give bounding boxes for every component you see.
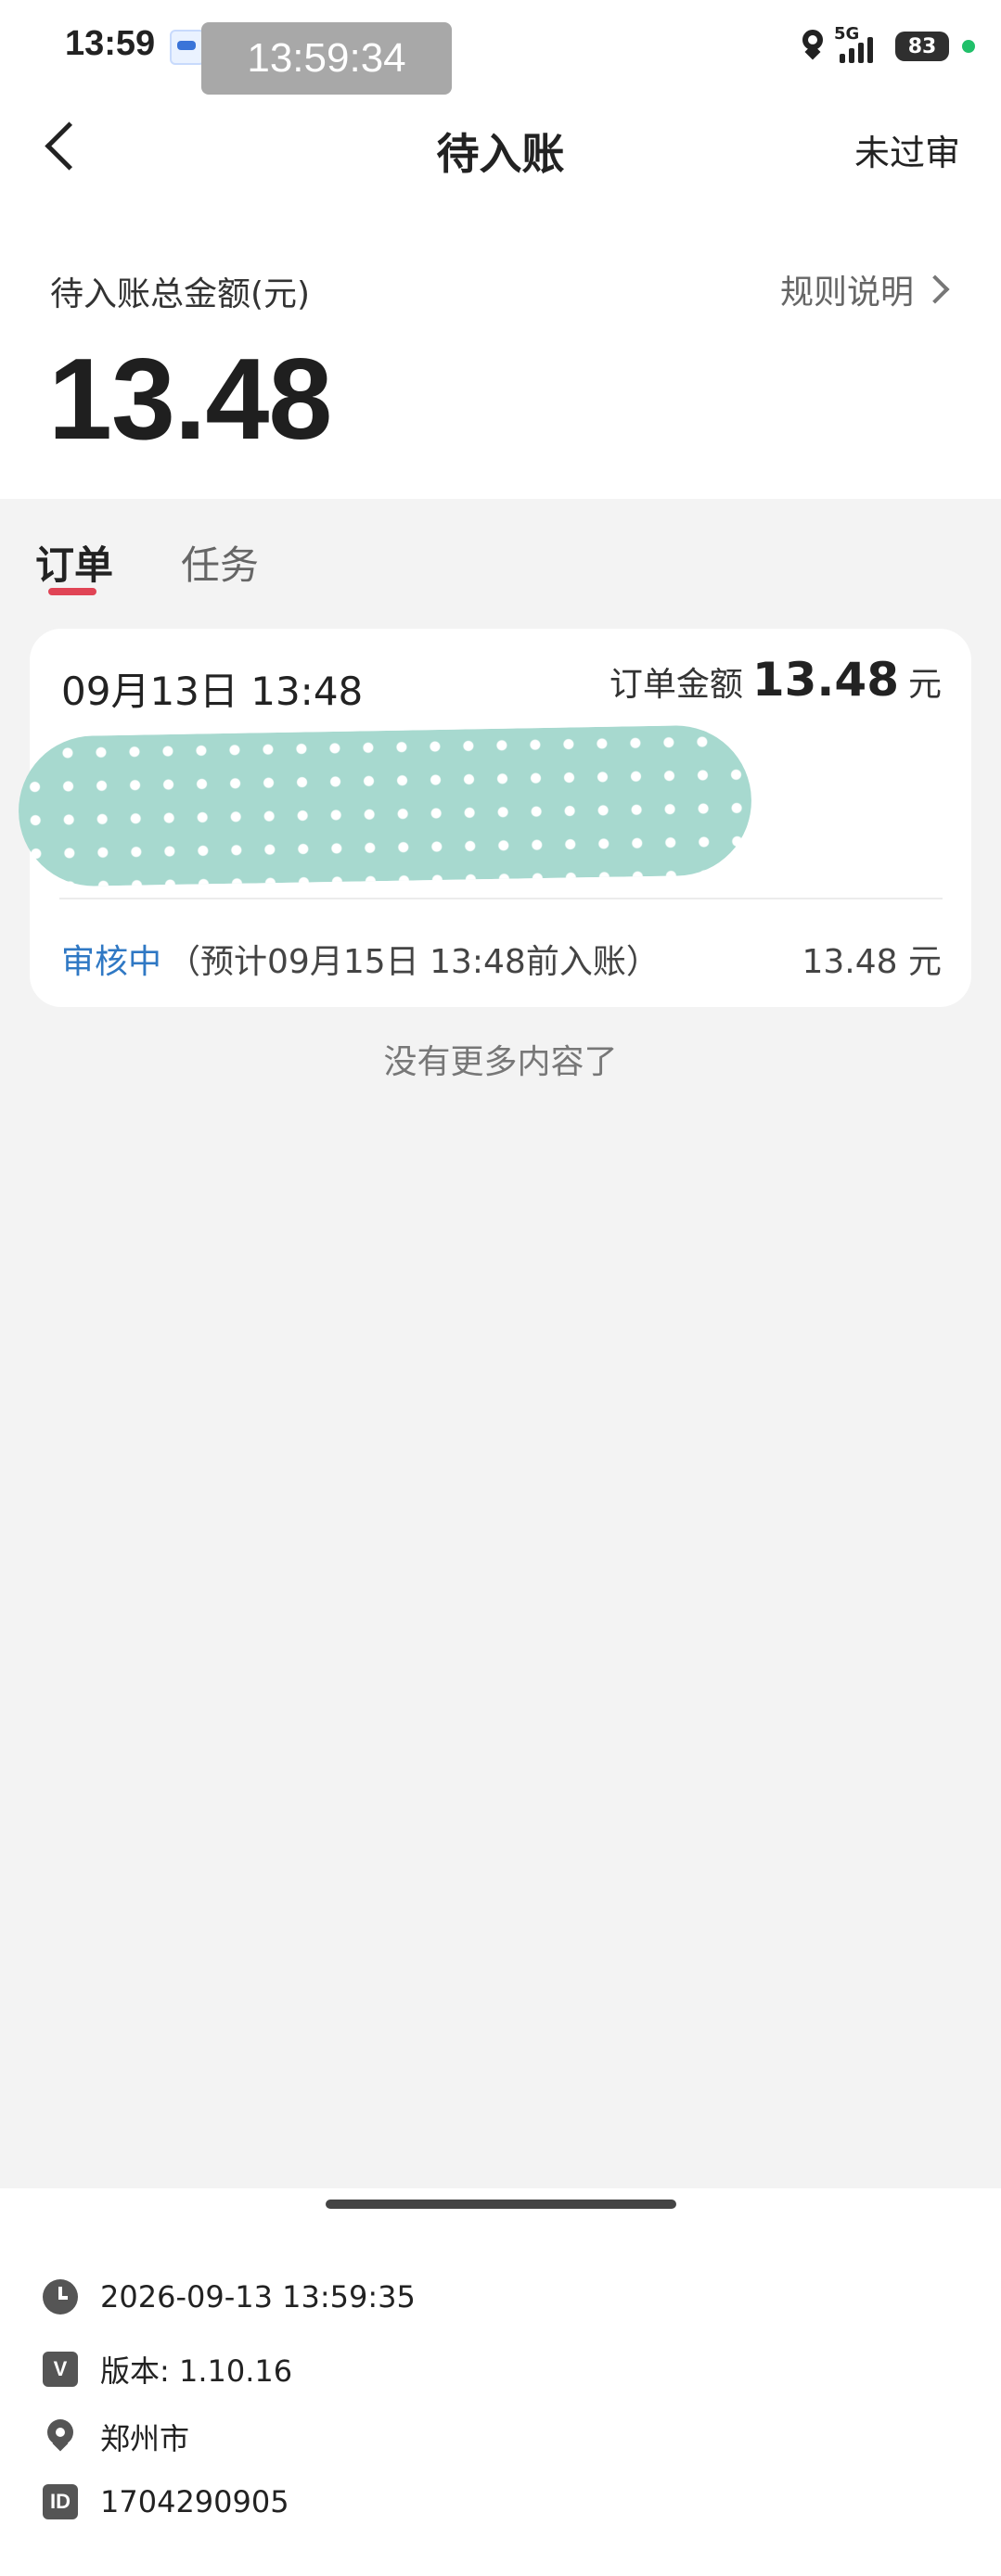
clock-icon — [43, 2279, 78, 2315]
info-city: 郑州市 — [43, 2416, 189, 2458]
info-id-text: 1704290905 — [100, 2484, 289, 2519]
status-icons: 5G 83 — [801, 24, 975, 67]
info-datetime: 2026-09-13 13:59:35 — [43, 2279, 416, 2315]
page-title: 待入账 — [436, 129, 565, 179]
order-amount-group: 订单金额 13.48 元 — [610, 653, 942, 707]
total-label: 待入账总金额(元) — [50, 275, 311, 313]
chevron-right-icon — [920, 274, 950, 304]
signal-icon: 5G — [834, 24, 886, 63]
info-id: ID 1704290905 — [43, 2484, 289, 2519]
location-icon — [801, 30, 825, 63]
tab-tasks[interactable]: 任务 — [181, 534, 259, 591]
app-notification-icon — [170, 30, 205, 65]
unreviewed-link[interactable]: 未过审 — [854, 124, 960, 175]
battery-icon: 83 — [895, 32, 949, 61]
total-amount: 13.48 — [48, 336, 332, 464]
info-version: V 版本: 1.10.16 — [43, 2348, 292, 2391]
tab-active-indicator — [48, 588, 96, 595]
order-status: 审核中 — [61, 943, 162, 981]
id-icon: ID — [43, 2484, 78, 2519]
status-time: 13:59 — [65, 24, 156, 63]
rules-link-label: 规则说明 — [779, 274, 914, 312]
tab-orders[interactable]: 订单 — [35, 534, 113, 591]
order-date: 09月13日 13:48 — [61, 669, 364, 714]
order-status-line: 审核中 （预计09月15日 13:48前入账） — [61, 935, 660, 983]
redacted-area — [17, 724, 753, 887]
location-pin-icon — [43, 2419, 78, 2455]
version-icon: V — [43, 2352, 78, 2387]
order-status-note: （预计09月15日 13:48前入账） — [167, 943, 660, 981]
overlay-time: 13:59:34 — [201, 22, 452, 95]
home-indicator[interactable] — [326, 2200, 676, 2209]
privacy-indicator — [962, 40, 975, 53]
no-more-text: 没有更多内容了 — [383, 1043, 618, 1081]
order-amount: 13.48 — [751, 653, 899, 707]
network-label: 5G — [834, 24, 860, 44]
info-version-text: 版本: 1.10.16 — [100, 2353, 293, 2389]
info-datetime-text: 2026-09-13 13:59:35 — [100, 2279, 416, 2315]
card-divider — [59, 898, 943, 899]
order-amount-unit: 元 — [907, 666, 942, 704]
rules-link[interactable]: 规则说明 — [779, 265, 950, 313]
info-city-text: 郑州市 — [100, 2421, 190, 2456]
order-amount-label: 订单金额 — [609, 666, 743, 704]
order-settle-amount: 13.48 元 — [802, 943, 942, 981]
